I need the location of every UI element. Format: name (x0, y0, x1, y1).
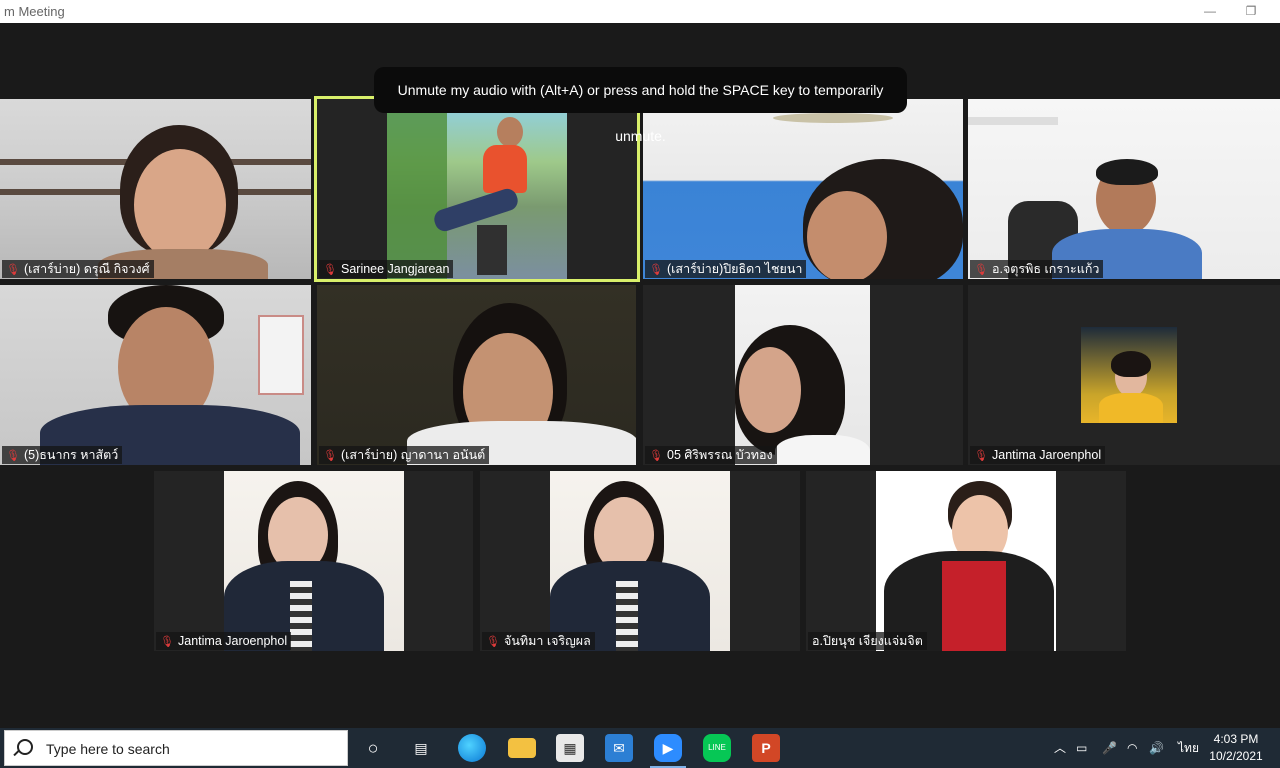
battery-icon[interactable]: ▭ (1076, 728, 1087, 768)
participant-video (317, 285, 636, 465)
participant-tile-4[interactable]: 🎙 อ.จตุรพิธ เกราะแก้ว (968, 99, 1280, 279)
restore-icon[interactable]: ❐ (1241, 2, 1261, 20)
participant-nametag: 🎙 (เสาร์บ่าย)ปิยธิดา ไชยนา (645, 260, 807, 278)
minimize-icon[interactable]: — (1200, 2, 1220, 20)
participant-name: Jantima Jaroenphol (178, 634, 288, 648)
participant-nametag: 🎙 Sarinee Jangjarean (319, 260, 454, 278)
participant-video (0, 99, 311, 279)
participant-name: อ.ปิยนุช เจียงแจ่มจิต (812, 634, 923, 648)
meeting-stage: 🎙 (เสาร์บ่าย) ดรุณี กิจวงศ์ 🎙 Sarinee Jang… (0, 23, 1280, 728)
participant-name: Jantima Jaroenphol (992, 448, 1102, 462)
muted-mic-icon: 🎙 (649, 450, 663, 462)
muted-mic-icon: 🎙 (6, 264, 20, 276)
participant-video (968, 99, 1280, 279)
participant-tile-7[interactable]: 🎙 05 ศิริพรรณ บัวทอง (643, 285, 963, 465)
task-view-icon[interactable]: ▤ (407, 734, 435, 762)
taskbar-search[interactable]: Type here to search (4, 730, 348, 766)
language-indicator[interactable]: ไทย (1178, 728, 1199, 768)
participant-nametag: 🎙 Jantima Jaroenphol (970, 446, 1106, 464)
participant-nametag: 🎙 อ.จตุรพิธ เกราะแก้ว (970, 260, 1104, 278)
file-explorer-icon[interactable] (508, 738, 536, 758)
microphone-icon[interactable]: 🎤 (1102, 728, 1117, 768)
mail-icon[interactable]: ✉ (605, 734, 633, 762)
powerpoint-icon[interactable]: P (752, 734, 780, 762)
participant-nametag: 🎙 (5)ธนากร หาสัตว์ (2, 446, 123, 464)
participant-tile-9[interactable]: 🎙 Jantima Jaroenphol (154, 471, 473, 651)
participant-nametag: อ.ปิยนุช เจียงแจ่มจิต (808, 632, 927, 650)
taskbar-clock[interactable]: 4:03 PM 10/2/2021 (1206, 731, 1266, 765)
participant-video (735, 285, 870, 465)
zoom-icon[interactable]: ▶ (654, 734, 682, 762)
participant-video (643, 99, 963, 279)
window-titlebar: m Meeting — ❐ (0, 0, 1280, 23)
clock-time: 4:03 PM (1213, 732, 1259, 746)
participant-video (876, 471, 1056, 651)
store-icon[interactable]: ▦ (556, 734, 584, 762)
participant-video (550, 471, 730, 651)
edge-icon[interactable] (458, 734, 486, 762)
participant-nametag: 🎙 จันทิมา เจริญผล (482, 632, 595, 650)
participant-nametag: 🎙 (เสาร์บ่าย) ดรุณี กิจวงศ์ (2, 260, 154, 278)
participant-tile-11[interactable]: อ.ปิยนุช เจียงแจ่มจิต (806, 471, 1126, 651)
participant-nametag: 🎙 (เสาร์บ่าย) ญาดานา อนันต์ (319, 446, 490, 464)
muted-mic-icon: 🎙 (649, 264, 663, 276)
participant-name: Sarinee Jangjarean (341, 262, 450, 276)
taskbar: Type here to search ○ ▤ ▦ ✉ ▶ LINE P ︿ ▭… (0, 728, 1280, 768)
muted-mic-icon: 🎙 (323, 264, 337, 276)
participant-name: (เสาร์บ่าย) ญาดานา อนันต์ (341, 448, 486, 462)
participant-tile-3[interactable]: 🎙 (เสาร์บ่าย)ปิยธิดา ไชยนา (643, 99, 963, 279)
participant-name: (เสาร์บ่าย) ดรุณี กิจวงศ์ (24, 262, 150, 276)
clock-date: 10/2/2021 (1209, 749, 1263, 763)
participant-tile-2[interactable]: 🎙 Sarinee Jangjarean (314, 96, 640, 282)
participant-video (1081, 327, 1177, 423)
participant-tile-6[interactable]: 🎙 (เสาร์บ่าย) ญาดานา อนันต์ (317, 285, 636, 465)
participant-name: (เสาร์บ่าย)ปิยธิดา ไชยนา (667, 262, 803, 276)
participant-tile-8[interactable]: 🎙 Jantima Jaroenphol (968, 285, 1280, 465)
muted-mic-icon: 🎙 (974, 450, 988, 462)
participant-name: 05 ศิริพรรณ บัวทอง (667, 448, 773, 462)
search-placeholder: Type here to search (46, 741, 170, 757)
muted-mic-icon: 🎙 (486, 636, 500, 648)
unmute-hint-toast: Unmute my audio with (Alt+A) or press an… (374, 67, 907, 144)
participant-name: อ.จตุรพิธ เกราะแก้ว (992, 262, 1100, 276)
search-icon (17, 739, 33, 755)
participant-video (224, 471, 404, 651)
participant-video (0, 285, 311, 465)
participant-name: (5)ธนากร หาสัตว์ (24, 448, 119, 462)
window-title: m Meeting (4, 4, 65, 19)
participant-nametag: 🎙 05 ศิริพรรณ บัวทอง (645, 446, 777, 464)
participant-nametag: 🎙 Jantima Jaroenphol (156, 632, 292, 650)
muted-mic-icon: 🎙 (974, 264, 988, 276)
cortana-icon[interactable]: ○ (359, 734, 387, 762)
muted-mic-icon: 🎙 (6, 450, 20, 462)
participant-video (387, 99, 567, 279)
line-icon[interactable]: LINE (703, 734, 731, 762)
participant-name: จันทิมา เจริญผล (504, 634, 591, 648)
participant-tile-10[interactable]: 🎙 จันทิมา เจริญผล (480, 471, 800, 651)
muted-mic-icon: 🎙 (160, 636, 174, 648)
muted-mic-icon: 🎙 (323, 450, 337, 462)
participant-tile-5[interactable]: 🎙 (5)ธนากร หาสัตว์ (0, 285, 311, 465)
show-hidden-icons-icon[interactable]: ︿ (1054, 728, 1066, 768)
volume-icon[interactable]: 🔊 (1149, 728, 1164, 768)
participant-tile-1[interactable]: 🎙 (เสาร์บ่าย) ดรุณี กิจวงศ์ (0, 99, 311, 279)
wifi-icon[interactable]: ◠ (1127, 728, 1137, 768)
